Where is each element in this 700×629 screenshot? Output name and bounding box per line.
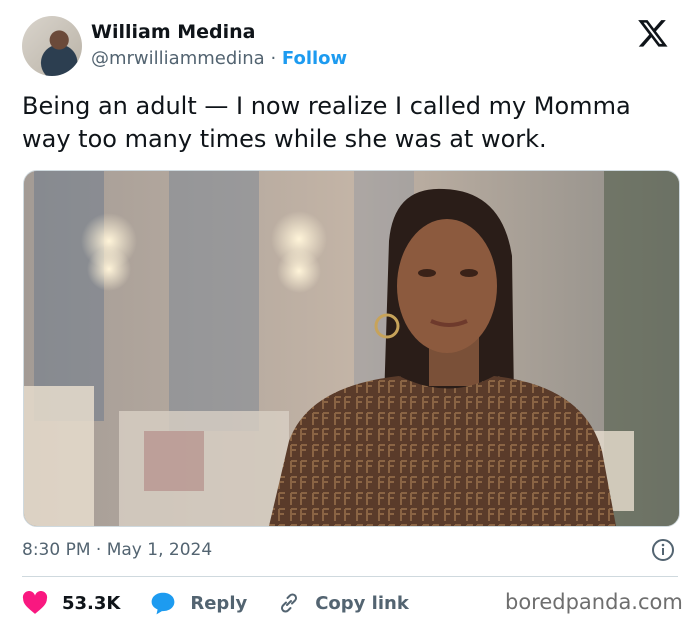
tweet-timestamp[interactable]: 8:30 PM · May 1, 2024 <box>22 540 212 560</box>
author-handle[interactable]: @mrwilliammedina <box>91 48 265 69</box>
info-icon[interactable] <box>651 538 675 562</box>
heart-icon <box>22 591 48 614</box>
author-handle-row: @mrwilliammedina · Follow <box>91 48 347 69</box>
divider <box>22 576 678 577</box>
like-button[interactable]: 53.3K <box>22 591 120 615</box>
watermark-credit: boredpanda.com <box>505 590 683 614</box>
copy-link-button[interactable]: Copy link <box>277 591 409 615</box>
tweet-media-image[interactable] <box>23 170 680 527</box>
follow-button[interactable]: Follow <box>282 48 347 69</box>
like-count: 53.3K <box>62 592 121 614</box>
link-icon <box>281 593 298 613</box>
author-avatar[interactable] <box>22 16 82 76</box>
reply-button[interactable]: Reply <box>150 591 247 615</box>
tweet-text: Being an adult — I now realize I called … <box>22 92 631 153</box>
tweet-actions-bar: 53.3K Reply Copy link <box>22 588 439 618</box>
copy-link-label: Copy link <box>315 592 409 614</box>
speech-bubble-icon <box>151 592 175 615</box>
x-logo-icon[interactable] <box>636 17 670 49</box>
author-name[interactable]: William Medina <box>91 21 256 43</box>
reply-label: Reply <box>190 592 248 614</box>
handle-separator: · <box>270 48 277 69</box>
